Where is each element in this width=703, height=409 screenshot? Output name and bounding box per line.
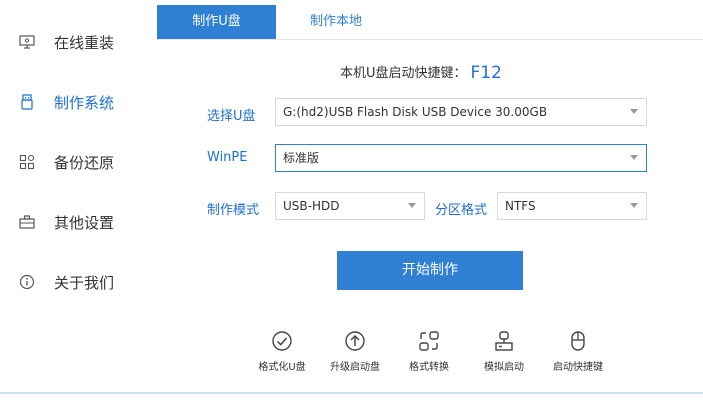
sidebar-item-label: 其他设置 — [54, 213, 115, 232]
tab-make-local[interactable]: 制作本地 — [276, 5, 396, 39]
usb-label: 选择U盘 — [207, 109, 256, 124]
chevron-down-icon — [630, 155, 638, 160]
grid-icon — [18, 153, 36, 171]
simulate-boot-icon — [493, 330, 515, 352]
sidebar-item-label: 备份还原 — [54, 153, 115, 172]
sidebar-item-label: 关于我们 — [54, 273, 115, 292]
chevron-down-icon — [630, 109, 638, 114]
usb-drive-icon — [18, 93, 36, 111]
partition-select[interactable]: NTFS — [497, 192, 647, 220]
tab-make-usb[interactable]: 制作U盘 — [157, 5, 276, 39]
tool-boot-hotkey[interactable]: 启动快捷键 — [538, 330, 618, 373]
sidebar-item-about-us[interactable]: 关于我们 — [0, 262, 150, 302]
tool-simulate-boot[interactable]: 模拟启动 — [464, 330, 544, 373]
hotkey-text: 本机U盘启动快捷键： — [340, 66, 467, 81]
chevron-down-icon — [408, 203, 416, 208]
usb-select-value: G:(hd2)USB Flash Disk USB Device 30.00GB — [283, 105, 548, 119]
winpe-select[interactable]: 标准版 — [275, 144, 647, 172]
sidebar-item-online-reinstall[interactable]: 在线重装 — [0, 22, 150, 62]
sidebar-item-make-system[interactable]: 制作系统 — [0, 82, 150, 122]
tool-format-convert[interactable]: 格式转换 — [389, 330, 469, 373]
chevron-down-icon — [630, 203, 638, 208]
boot-hotkey-info: 本机U盘启动快捷键： F12 — [340, 62, 502, 83]
sidebar-item-other-settings[interactable]: 其他设置 — [0, 202, 150, 242]
tool-format-usb[interactable]: 格式化U盘 — [242, 330, 322, 373]
check-circle-icon — [271, 330, 293, 352]
monitor-icon — [18, 33, 36, 51]
mode-label: 制作模式 — [207, 203, 260, 218]
usb-select[interactable]: G:(hd2)USB Flash Disk USB Device 30.00GB — [275, 98, 647, 126]
partition-label: 分区格式 — [435, 203, 488, 218]
hotkey-key: F12 — [470, 63, 502, 83]
sidebar-item-label: 在线重装 — [54, 33, 115, 52]
convert-icon — [418, 330, 440, 352]
tool-label: 升级启动盘 — [330, 362, 380, 373]
winpe-label: WinPE — [207, 150, 248, 165]
mouse-icon — [567, 330, 589, 352]
winpe-select-value: 标准版 — [283, 151, 320, 165]
mode-select[interactable]: USB-HDD — [275, 192, 425, 220]
tab-bar: 制作U盘 制作本地 — [157, 5, 703, 40]
toolbox-icon — [18, 213, 36, 231]
upgrade-arrow-icon — [344, 330, 366, 352]
sidebar-item-label: 制作系统 — [54, 93, 115, 112]
sidebar-item-backup-restore[interactable]: 备份还原 — [0, 142, 150, 182]
tool-upgrade-boot-disk[interactable]: 升级启动盘 — [315, 330, 395, 373]
tool-label: 格式化U盘 — [258, 362, 306, 373]
mode-select-value: USB-HDD — [283, 199, 340, 213]
tool-label: 启动快捷键 — [553, 362, 603, 373]
bottom-divider — [0, 392, 703, 394]
sidebar: 在线重装 制作系统 备份还原 其他设置 关于我们 — [0, 0, 150, 392]
tool-label: 模拟启动 — [484, 362, 524, 373]
start-make-button[interactable]: 开始制作 — [337, 251, 523, 290]
tool-label: 格式转换 — [409, 362, 449, 373]
info-icon — [18, 273, 36, 291]
partition-select-value: NTFS — [505, 199, 536, 213]
